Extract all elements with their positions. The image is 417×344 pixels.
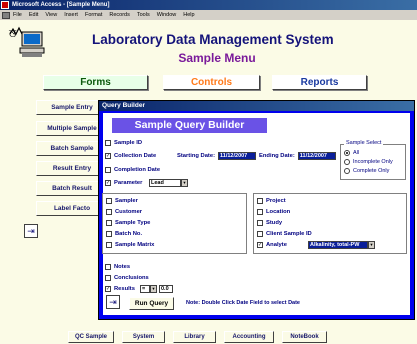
starting-date-label: Starting Date: — [177, 153, 216, 159]
app-title: Laboratory Data Management System — [92, 32, 334, 47]
sample-id-checkbox[interactable] — [105, 140, 111, 146]
conclusions-checkbox[interactable] — [105, 275, 111, 281]
accounting-button[interactable]: Accounting — [224, 331, 274, 343]
batch-no-row: Batch No. — [106, 229, 142, 239]
completion-date-label: Completion Date — [114, 167, 161, 173]
location-checkbox[interactable] — [257, 209, 263, 215]
completion-date-checkbox[interactable] — [105, 167, 111, 173]
notebook-button[interactable]: NoteBook — [282, 331, 327, 343]
analyte-row: ✓ Analyte Alkalinity, total-PW ▼ — [257, 241, 375, 249]
chevron-down-icon[interactable]: ▼ — [181, 179, 188, 187]
menu-file[interactable]: File — [13, 10, 22, 20]
qc-sample-button[interactable]: QC Sample — [68, 331, 114, 343]
menu-format[interactable]: Format — [85, 10, 102, 20]
parameter-label: Parameter — [114, 180, 143, 186]
analyte-select[interactable]: Alkalinity, total-PW — [308, 241, 368, 249]
radio-all[interactable] — [344, 149, 350, 156]
client-sample-id-row: Client Sample ID — [257, 229, 312, 239]
notes-row: Notes — [105, 262, 130, 272]
sample-select-title: Sample Select — [344, 140, 384, 146]
library-button[interactable]: Library — [173, 331, 216, 343]
exit-door-icon[interactable]: ⇥ — [106, 295, 120, 309]
dialog-title: Query Builder — [99, 101, 414, 111]
radio-option-complete[interactable]: Complete Only — [344, 166, 393, 175]
sample-type-checkbox[interactable] — [106, 220, 112, 226]
customer-checkbox[interactable] — [106, 209, 112, 215]
menu-edit[interactable]: Edit — [29, 10, 38, 20]
sample-matrix-row: Sample Matrix — [106, 240, 154, 250]
customer-row: Customer — [106, 207, 142, 217]
results-checkbox[interactable]: ✓ — [105, 286, 111, 292]
menu-help[interactable]: Help — [183, 10, 194, 20]
tab-forms[interactable]: Forms — [43, 75, 148, 90]
location-row: Location — [257, 207, 290, 217]
radio-incomplete[interactable] — [344, 158, 350, 165]
client-sample-id-checkbox[interactable] — [257, 231, 263, 237]
starting-date-field[interactable]: 11/12/2007 — [218, 152, 257, 160]
radio-option-incomplete[interactable]: Incomplete Only — [344, 157, 393, 166]
system-button[interactable]: System — [122, 331, 165, 343]
menu-window[interactable]: Window — [157, 10, 177, 20]
radio-option-all[interactable]: All — [344, 148, 393, 157]
collection-date-row: ✓ Collection Date Starting Date: 11/12/2… — [105, 151, 336, 161]
date-note: Note: Double Click Date Field to select … — [186, 300, 300, 306]
project-checkbox[interactable] — [257, 198, 263, 204]
analyte-checkbox[interactable]: ✓ — [257, 242, 263, 248]
notes-checkbox[interactable] — [105, 264, 111, 270]
study-row: Study — [257, 218, 282, 228]
menu-tools[interactable]: Tools — [137, 10, 150, 20]
study-checkbox[interactable] — [257, 220, 263, 226]
lab-logo-icon: ꠃ — [8, 26, 48, 64]
sample-matrix-checkbox[interactable] — [106, 242, 112, 248]
completion-date-row: Completion Date — [105, 165, 160, 175]
parameter-checkbox[interactable]: ✓ — [105, 180, 111, 186]
menu-records[interactable]: Records — [109, 10, 129, 20]
form-doc-icon[interactable] — [2, 11, 10, 19]
radio-complete[interactable] — [344, 167, 350, 174]
parameter-row: ✓ Parameter Lead ▼ — [105, 178, 188, 188]
window-title: Microsoft Access - [Sample Menu] — [0, 0, 417, 10]
sample-id-label: Sample ID — [114, 140, 143, 146]
access-app-icon — [1, 1, 9, 9]
results-value-field[interactable]: 0.0 — [159, 285, 173, 293]
ending-date-label: Ending Date: — [259, 153, 295, 159]
menu-view[interactable]: View — [45, 10, 57, 20]
exit-door-icon[interactable]: ⇥ — [24, 224, 38, 238]
results-row: ✓ Results = ▼ 0.0 — [105, 284, 173, 294]
results-operator-select[interactable]: = — [140, 285, 150, 293]
batch-no-checkbox[interactable] — [106, 231, 112, 237]
project-row: Project — [257, 196, 286, 206]
collection-date-label: Collection Date — [114, 153, 157, 159]
chevron-down-icon[interactable]: ▼ — [150, 285, 157, 293]
parameter-select[interactable]: Lead — [149, 179, 181, 187]
sample-id-row: Sample ID — [105, 138, 142, 148]
ending-date-field[interactable]: 11/12/2007 — [297, 152, 336, 160]
tab-reports[interactable]: Reports — [272, 75, 367, 90]
run-query-button[interactable]: Run Query — [129, 297, 174, 310]
tab-controls[interactable]: Controls — [163, 75, 260, 90]
sampler-row: Sampler — [106, 196, 138, 206]
sample-select-options: All Incomplete Only Complete Only — [344, 148, 393, 175]
conclusions-row: Conclusions — [105, 273, 149, 283]
sample-type-row: Sample Type — [106, 218, 150, 228]
chevron-down-icon[interactable]: ▼ — [368, 241, 375, 249]
page-title: Sample Menu — [178, 51, 256, 65]
sampler-checkbox[interactable] — [106, 198, 112, 204]
dialog-heading: Sample Query Builder — [112, 118, 267, 133]
menu-insert[interactable]: Insert — [64, 10, 78, 20]
menu-bar: File Edit View Insert Format Records Too… — [0, 10, 417, 20]
collection-date-checkbox[interactable]: ✓ — [105, 153, 111, 159]
